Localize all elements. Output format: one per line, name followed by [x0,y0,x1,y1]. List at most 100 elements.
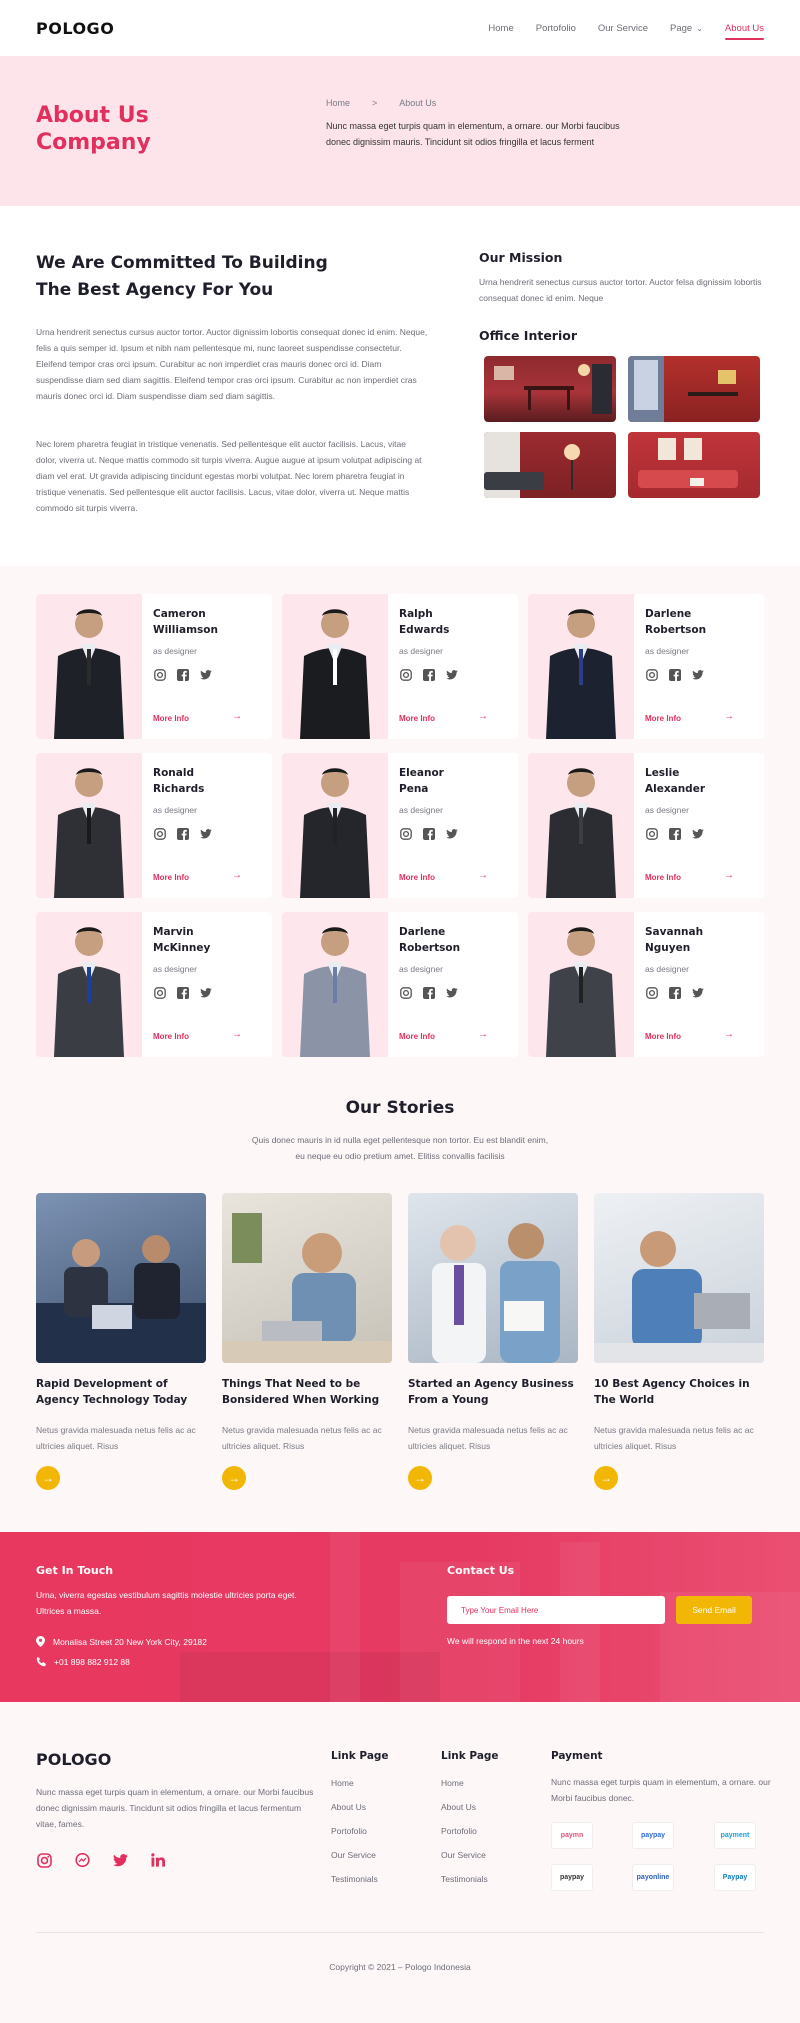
twitter-icon[interactable] [445,827,458,840]
more-info-link[interactable]: More Info [153,714,189,723]
footer-link-home[interactable]: Home [331,1778,389,1788]
arrow-right-icon[interactable]: → [232,870,242,881]
facebook-icon[interactable] [176,827,189,840]
nav-our-service[interactable]: Our Service [598,23,648,34]
twitter-icon[interactable] [445,986,458,999]
team-card[interactable]: Darlene Robertson as designer More Info → [282,912,518,1057]
story-title[interactable]: 10 Best Agency Choices in The World [594,1376,764,1408]
facebook-icon[interactable] [668,668,681,681]
office-image[interactable] [628,356,760,422]
nav-page[interactable]: Page ⌄ [670,23,703,34]
arrow-right-icon[interactable]: → [478,1029,488,1040]
team-card[interactable]: Eleanor Pena as designer More Info → [282,753,518,898]
footer-link-portofolio[interactable]: Portofolio [441,1826,499,1836]
facebook-icon[interactable] [422,827,435,840]
more-info-link[interactable]: More Info [399,1032,435,1041]
arrow-right-icon[interactable]: → [724,1029,734,1040]
payment-logo[interactable]: paymn [551,1822,593,1849]
facebook-icon[interactable] [422,668,435,681]
nav-portofolio[interactable]: Portofolio [536,23,576,34]
facebook-icon[interactable] [422,986,435,999]
footer-link-our-service[interactable]: Our Service [331,1850,389,1860]
team-card[interactable]: Cameron Williamson as designer More Info → [36,594,272,739]
more-info-link[interactable]: More Info [645,873,681,882]
team-card[interactable]: Ronald Richards as designer More Info → [36,753,272,898]
story-title[interactable]: Started an Agency Business From a Young [408,1376,578,1408]
footer-link-testimonials[interactable]: Testimonials [331,1874,389,1884]
footer-link-portofolio[interactable]: Portofolio [331,1826,389,1836]
team-card[interactable]: Savannah Nguyen as designer More Info → [528,912,764,1057]
nav-home[interactable]: Home [488,23,513,34]
instagram-icon[interactable] [645,668,658,681]
facebook-icon[interactable] [176,668,189,681]
footer-link-home[interactable]: Home [441,1778,499,1788]
twitter-icon[interactable] [199,827,212,840]
footer-link-testimonials[interactable]: Testimonials [441,1874,499,1884]
email-input[interactable] [447,1596,665,1624]
instagram-icon[interactable] [645,827,658,840]
twitter-icon[interactable] [199,668,212,681]
more-info-link[interactable]: More Info [153,873,189,882]
twitter-icon[interactable] [691,668,704,681]
arrow-right-icon[interactable]: → [232,1029,242,1040]
story-arrow-button[interactable]: → [408,1466,432,1490]
story-arrow-button[interactable]: → [36,1466,60,1490]
twitter-icon[interactable] [199,986,212,999]
twitter-icon[interactable] [691,986,704,999]
office-image[interactable] [484,356,616,422]
instagram-icon[interactable] [36,1852,52,1868]
more-info-link[interactable]: More Info [645,1032,681,1041]
more-info-link[interactable]: More Info [399,873,435,882]
team-card[interactable]: Darlene Robertson as designer More Info → [528,594,764,739]
story-title[interactable]: Rapid Development of Agency Technology T… [36,1376,206,1408]
more-info-link[interactable]: More Info [153,1032,189,1041]
payment-logo[interactable]: payment [714,1822,756,1849]
facebook-icon[interactable] [176,986,189,999]
footer-link-our-service[interactable]: Our Service [441,1850,499,1860]
twitter-icon[interactable] [445,668,458,681]
payment-logo[interactable]: paypay [551,1864,593,1891]
instagram-icon[interactable] [645,986,658,999]
linkedin-icon[interactable] [150,1852,166,1868]
story-arrow-button[interactable]: → [594,1466,618,1490]
arrow-right-icon[interactable]: → [232,711,242,722]
team-card[interactable]: Marvin McKinney as designer More Info → [36,912,272,1057]
instagram-icon[interactable] [399,668,412,681]
arrow-right-icon[interactable]: → [478,870,488,881]
instagram-icon[interactable] [399,986,412,999]
contact-phone-text[interactable]: +01 898 882 912 88 [54,1657,130,1667]
instagram-icon[interactable] [153,986,166,999]
payment-logo[interactable]: Paypay [714,1864,756,1891]
footer-link-about-us[interactable]: About Us [441,1802,499,1812]
instagram-icon[interactable] [153,827,166,840]
story-title[interactable]: Things That Need to be Bonsidered When W… [222,1376,392,1408]
messenger-icon[interactable] [74,1852,90,1868]
arrow-right-icon[interactable]: → [478,711,488,722]
payment-logo[interactable]: paypay [632,1822,674,1849]
story-card[interactable]: Started an Agency Business From a Young … [408,1193,578,1490]
more-info-link[interactable]: More Info [399,714,435,723]
twitter-icon[interactable] [112,1852,128,1868]
more-info-link[interactable]: More Info [645,714,681,723]
facebook-icon[interactable] [668,986,681,999]
office-image[interactable] [484,432,616,498]
instagram-icon[interactable] [153,668,166,681]
arrow-right-icon[interactable]: → [724,711,734,722]
story-card[interactable]: Things That Need to be Bonsidered When W… [222,1193,392,1490]
twitter-icon[interactable] [691,827,704,840]
arrow-right-icon[interactable]: → [724,870,734,881]
story-arrow-button[interactable]: → [222,1466,246,1490]
logo[interactable]: POLOGO [36,19,114,38]
story-card[interactable]: Rapid Development of Agency Technology T… [36,1193,206,1490]
team-card[interactable]: Leslie Alexander as designer More Info → [528,753,764,898]
nav-about-us[interactable]: About Us [724,23,765,40]
story-card[interactable]: 10 Best Agency Choices in The World Netu… [594,1193,764,1490]
breadcrumb-home[interactable]: Home [326,98,350,108]
payment-logo[interactable]: payonline [632,1864,674,1891]
footer-link-about-us[interactable]: About Us [331,1802,389,1812]
office-image[interactable] [628,432,760,498]
facebook-icon[interactable] [668,827,681,840]
send-email-button[interactable]: Send Email [676,1596,752,1624]
instagram-icon[interactable] [399,827,412,840]
footer-logo[interactable]: POLOGO [36,1750,111,1769]
